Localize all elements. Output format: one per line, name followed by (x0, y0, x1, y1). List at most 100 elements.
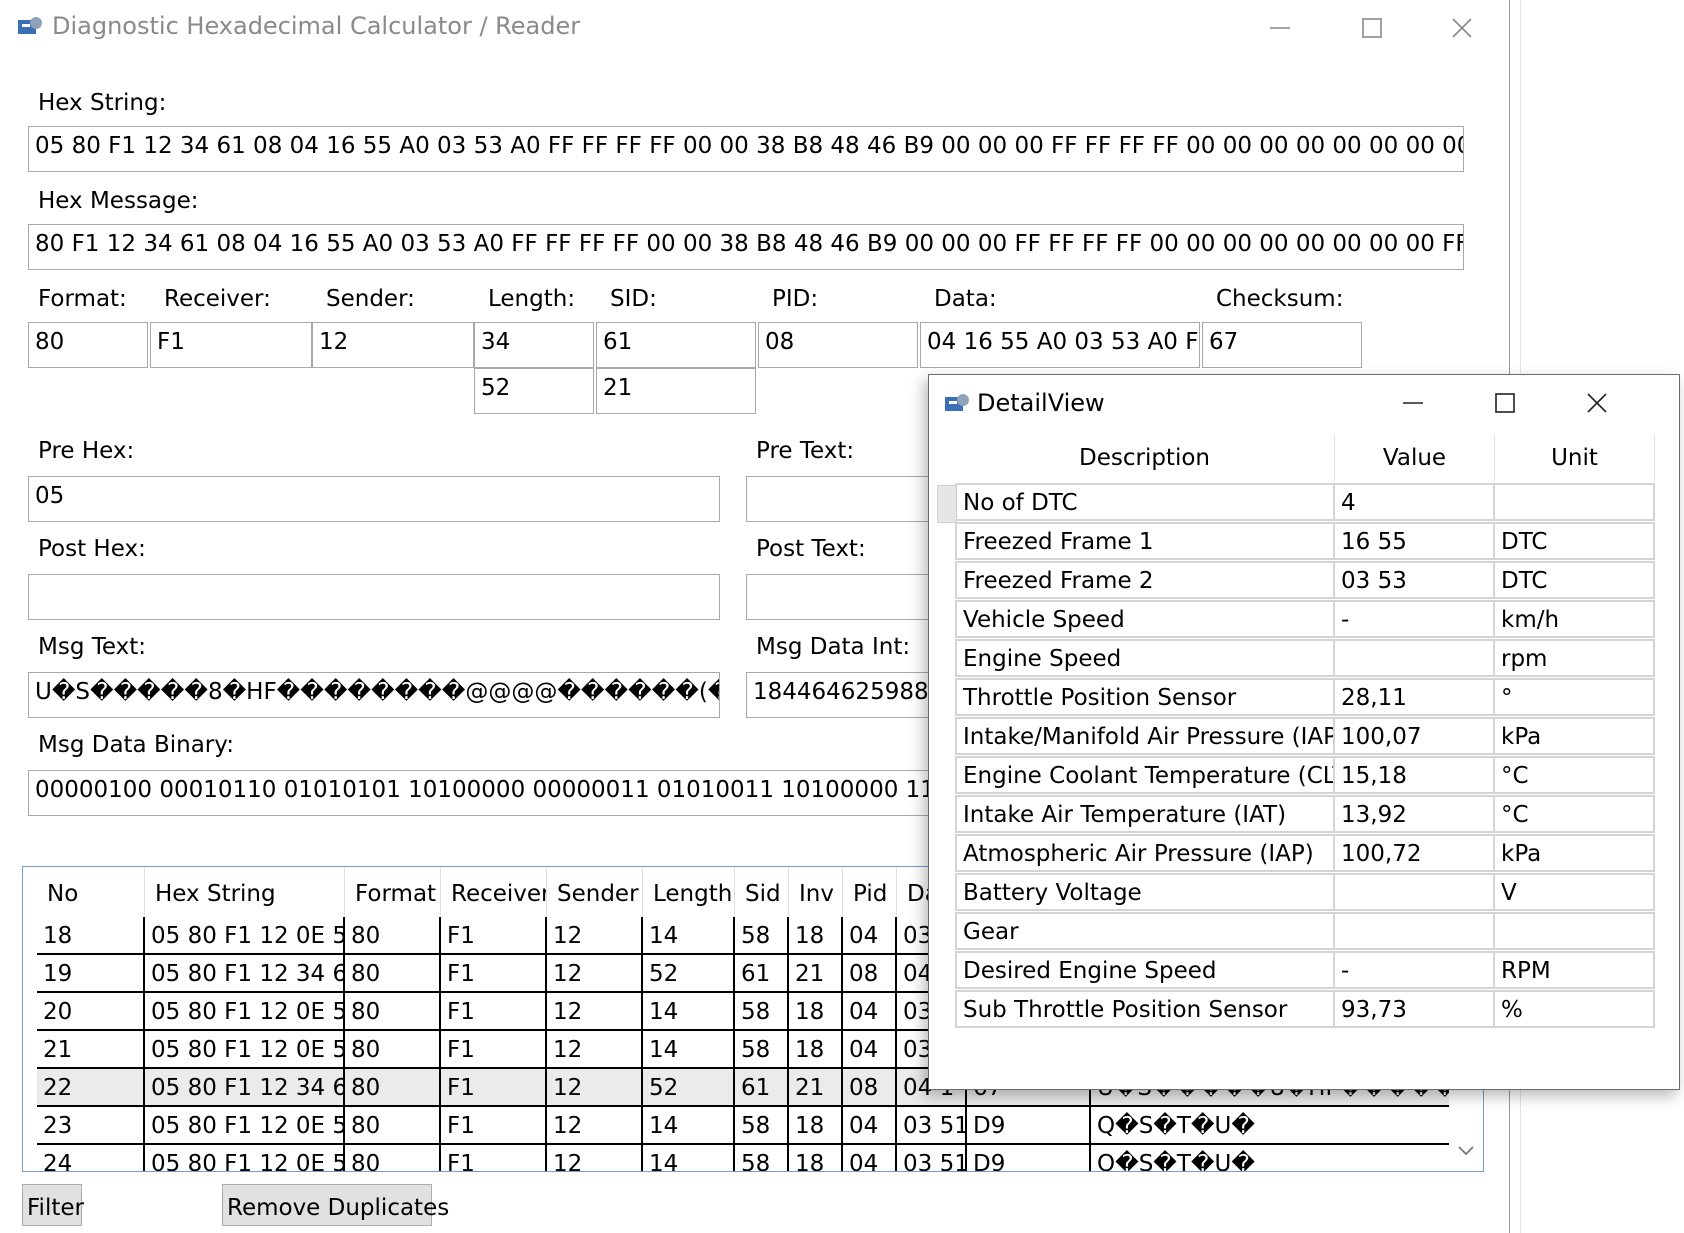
table-row[interactable]: 23 05 80 F1 12 0E 58 80 F1 12 14 58 18 04 03 51 D9… (37, 1107, 1471, 1145)
detail-row[interactable]: Sub Throttle Position Sensor 93,73% (955, 990, 1655, 1030)
row-selector[interactable] (937, 485, 957, 523)
detail-row[interactable]: Atmospheric Air Pressure (IAP) 100,72 kPa (955, 834, 1655, 874)
column-header-no[interactable]: No (37, 867, 145, 917)
sid-field[interactable]: 61 (596, 322, 756, 368)
app-icon (16, 14, 44, 40)
column-header-sid[interactable]: Sid (735, 867, 789, 917)
table-cell-no: 23 (37, 1107, 145, 1145)
sid-field-2[interactable]: 21 (596, 368, 756, 414)
column-header-pid[interactable]: Pid (843, 867, 897, 917)
column-header-sender[interactable]: Sender (547, 867, 643, 917)
table-cell-inv: 18 (789, 1107, 843, 1145)
column-header-format[interactable]: Format (345, 867, 441, 917)
detail-row[interactable]: Engine Coolant Temperature (CLT) 15,18 °C (955, 756, 1655, 796)
table-cell-sender: 12 (547, 1069, 643, 1107)
table-row[interactable]: 24 05 80 F1 12 0E 58 80 F1 12 14 58 18 04 03 51 D9… (37, 1145, 1471, 1171)
table-cell-pid: 08 (843, 955, 897, 993)
hex-string-input[interactable]: 05 80 F1 12 34 61 08 04 16 55 A0 03 53 A… (28, 126, 1464, 172)
format-label: Format: (38, 286, 127, 312)
detail-value-cell (1333, 912, 1495, 950)
table-cell-receiver: F1 (441, 1145, 547, 1171)
table-cell-no: 22 (37, 1069, 145, 1107)
table-cell-sid: 61 (735, 955, 789, 993)
maximize-button[interactable] (1326, 0, 1418, 56)
detail-description-cell: Engine Coolant Temperature (CLT) (955, 756, 1335, 794)
detail-unit-cell: % (1493, 990, 1655, 1028)
detail-value-cell: 4 (1333, 483, 1495, 521)
title-bar[interactable]: Diagnostic Hexadecimal Calculator / Read… (0, 0, 1509, 56)
detail-unit-cell: °C (1493, 795, 1655, 833)
table-cell-sender: 12 (547, 1031, 643, 1069)
table-cell-length: 14 (643, 1145, 735, 1171)
table-cell-no: 19 (37, 955, 145, 993)
detail-row[interactable]: Intake/Manifold Air Pressure (IAP) 100,07… (955, 717, 1655, 757)
detail-row[interactable]: Throttle Position Sensor 28,11 ° (955, 678, 1655, 718)
table-cell-length: 52 (643, 1069, 735, 1107)
minimize-button[interactable] (1234, 0, 1326, 56)
detail-value-cell: 100,72 (1333, 834, 1495, 872)
post-hex-input[interactable] (28, 574, 720, 620)
detail-row[interactable]: Freezed Frame 1 16 55 DTC (955, 522, 1655, 562)
detail-row[interactable]: Freezed Frame 2 03 53 DTC (955, 561, 1655, 601)
detail-column-value[interactable]: Value (1335, 435, 1495, 481)
table-cell-no: 18 (37, 917, 145, 955)
detail-row[interactable]: Gear (955, 912, 1655, 952)
msg-text-input[interactable]: U�S�����8�HF��������@@@@������(�� (28, 672, 720, 718)
hex-message-input[interactable]: 80 F1 12 34 61 08 04 16 55 A0 03 53 A0 F… (28, 224, 1464, 270)
table-cell-pid: 04 (843, 1107, 897, 1145)
sender-field[interactable]: 12 (312, 322, 474, 368)
detail-maximize-button[interactable] (1459, 375, 1551, 431)
detail-description-cell: No of DTC (955, 483, 1335, 521)
column-header-hex-string[interactable]: Hex String (145, 867, 345, 917)
table-cell-length: 14 (643, 1031, 735, 1069)
length-field[interactable]: 34 (474, 322, 594, 368)
table-cell-pid: 08 (843, 1069, 897, 1107)
chevron-down-icon[interactable] (1449, 1137, 1483, 1167)
column-header-length[interactable]: Length (643, 867, 735, 917)
table-cell-pid: 04 (843, 1031, 897, 1069)
length-field-2[interactable]: 52 (474, 368, 594, 414)
detail-description-cell: Vehicle Speed (955, 600, 1335, 638)
table-cell-sender: 12 (547, 917, 643, 955)
hex-message-label: Hex Message: (38, 188, 199, 214)
msg-data-int-label: Msg Data Int: (756, 634, 911, 660)
detail-row[interactable]: Desired Engine Speed - RPM (955, 951, 1655, 991)
detail-minimize-button[interactable] (1367, 375, 1459, 431)
detail-description-cell: Atmospheric Air Pressure (IAP) (955, 834, 1335, 872)
detail-window-title: DetailView (977, 389, 1105, 417)
format-field[interactable]: 80 (28, 322, 148, 368)
detail-row[interactable]: No of DTC 4 (955, 483, 1655, 523)
table-cell-hex: 05 80 F1 12 0E 58 (145, 1107, 345, 1145)
detail-column-unit[interactable]: Unit (1495, 435, 1655, 481)
table-cell-extra1: D9 (967, 1145, 1091, 1171)
pid-field[interactable]: 08 (758, 322, 918, 368)
pre-hex-input[interactable]: 05 (28, 476, 720, 522)
detail-row[interactable]: Intake Air Temperature (IAT) 13,92 °C (955, 795, 1655, 835)
detail-row[interactable]: Battery Voltage V (955, 873, 1655, 913)
detail-view-window: DetailView Description Value Unit No of … (928, 374, 1680, 1090)
receiver-field[interactable]: F1 (150, 322, 312, 368)
table-cell-inv: 18 (789, 1145, 843, 1171)
checksum-field[interactable]: 67 (1202, 322, 1362, 368)
column-header-receiver[interactable]: Receiver (441, 867, 547, 917)
detail-row[interactable]: Engine Speed rpm (955, 639, 1655, 679)
detail-description-cell: Gear (955, 912, 1335, 950)
filter-button[interactable]: Filter (22, 1184, 84, 1226)
detail-row[interactable]: Vehicle Speed - km/h (955, 600, 1655, 640)
column-header-inv[interactable]: Inv (789, 867, 843, 917)
detail-column-description[interactable]: Description (955, 435, 1335, 481)
table-cell-receiver: F1 (441, 1031, 547, 1069)
table-cell-sid: 58 (735, 993, 789, 1031)
detail-value-cell: 15,18 (1333, 756, 1495, 794)
remove-duplicates-button[interactable]: Remove Duplicates (222, 1184, 449, 1226)
detail-value-cell: 03 53 (1333, 561, 1495, 599)
detail-unit-cell: V (1493, 873, 1655, 911)
detail-value-cell: - (1333, 600, 1495, 638)
data-field[interactable]: 04 16 55 A0 03 53 A0 FF FF (920, 322, 1200, 368)
table-cell-format: 80 (345, 1145, 441, 1171)
app-icon (943, 391, 971, 417)
detail-value-cell: 100,07 (1333, 717, 1495, 755)
detail-unit-cell: RPM (1493, 951, 1655, 989)
detail-close-button[interactable] (1551, 375, 1643, 431)
close-button[interactable] (1416, 0, 1508, 56)
